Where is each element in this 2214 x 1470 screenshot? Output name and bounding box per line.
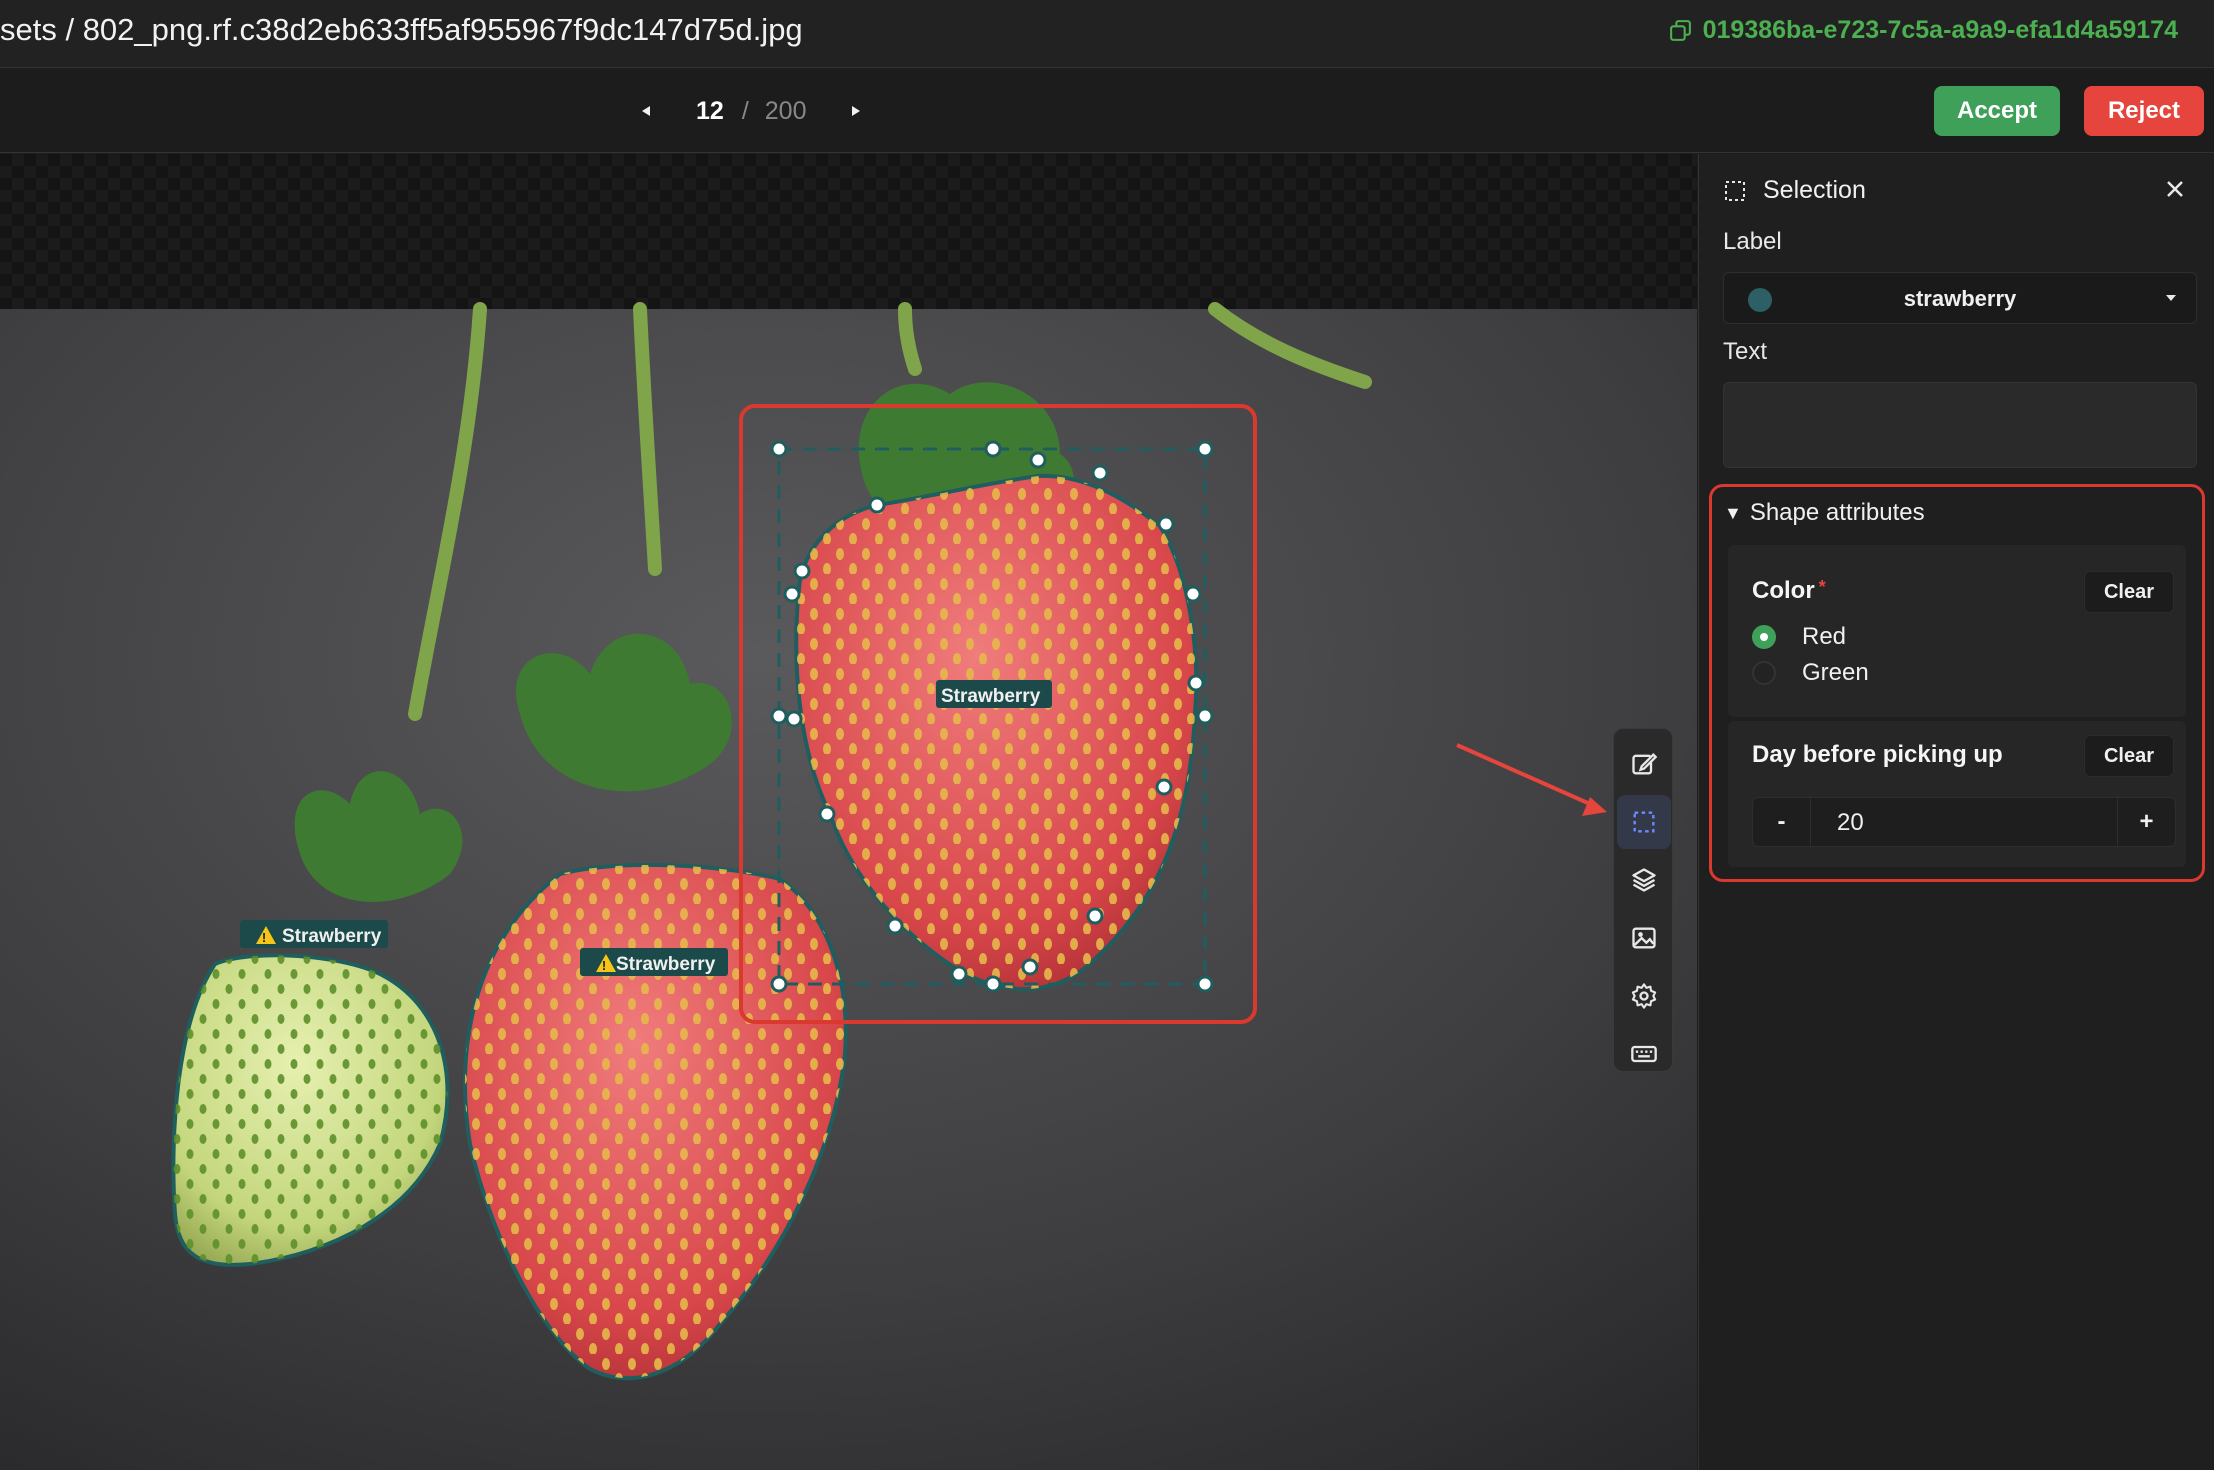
task-id: 019386ba-e723-7c5a-a9a9-efa1d4a59174: [1702, 16, 2178, 44]
navigation-bar: 12 / 200 Accept Reject: [0, 69, 2214, 153]
shape-attributes-section: ▼ Shape attributes Color * Clear Red Gree…: [1709, 484, 2205, 882]
caret-right-icon: [852, 106, 861, 116]
color-option-red[interactable]: Red: [1752, 623, 1846, 651]
close-panel-button[interactable]: [2160, 174, 2190, 204]
edit-tool[interactable]: [1617, 737, 1671, 791]
current-page[interactable]: 12: [696, 97, 724, 126]
edit-icon: [1632, 753, 1658, 775]
close-icon: [2167, 181, 2183, 197]
color-clear-button[interactable]: Clear: [2084, 571, 2174, 613]
keyboard-icon: [1631, 1045, 1657, 1063]
page-separator: /: [741, 96, 749, 125]
copy-icon[interactable]: [1668, 18, 1693, 43]
total-pages: 200: [764, 96, 807, 125]
selection-icon: [1633, 811, 1655, 833]
top-header: sets / 802_png.rf.c38d2eb633ff5af955967f…: [0, 0, 2214, 68]
label-select[interactable]: strawberry: [1723, 272, 2197, 324]
image-tool[interactable]: [1617, 911, 1671, 965]
color-option-label: Red: [1802, 623, 1847, 650]
warning-icon: !: [262, 930, 266, 945]
panel-title: Selection: [1763, 176, 1866, 204]
annotation-label-middle[interactable]: ! Strawberry: [580, 948, 728, 976]
warning-icon: !: [602, 958, 606, 973]
color-option-label: Green: [1802, 659, 1869, 686]
text-heading: Text: [1723, 338, 1768, 365]
pager: 12 / 200: [636, 93, 866, 129]
radio-unselected[interactable]: [1752, 661, 1776, 685]
label-select-value: strawberry: [1903, 286, 2017, 311]
settings-tool[interactable]: [1617, 969, 1671, 1023]
triangle-down-icon: ▼: [1724, 502, 1742, 523]
color-option-green[interactable]: Green: [1752, 659, 1869, 687]
day-clear-button[interactable]: Clear: [2084, 735, 2174, 777]
color-attribute-card: Color * Clear Red Green: [1728, 545, 2186, 717]
canvas-toolbar: [1613, 728, 1673, 1072]
annotation-label-green[interactable]: ! Strawberry: [240, 920, 388, 948]
increment-button[interactable]: +: [2117, 798, 2175, 846]
layers-tool[interactable]: [1617, 853, 1671, 907]
decrement-button[interactable]: -: [1753, 798, 1811, 846]
next-page-button[interactable]: [846, 93, 866, 129]
shape-attributes-toggle[interactable]: ▼ Shape attributes: [1724, 499, 1925, 527]
task-id-copy[interactable]: 019386ba-e723-7c5a-a9a9-efa1d4a59174: [1668, 16, 2178, 45]
caret-left-icon: [642, 106, 650, 116]
label-heading: Label: [1723, 228, 1782, 255]
selection-icon: [1725, 180, 1745, 201]
panel-header: Selection: [1723, 176, 1866, 205]
radio-selected[interactable]: [1752, 625, 1776, 649]
day-attribute-title: Day before picking up: [1752, 741, 2003, 768]
annotation-label-text: Strawberry: [941, 686, 1041, 707]
photo-background: [0, 309, 1697, 1470]
day-stepper: - 20 +: [1752, 797, 2176, 847]
chevron-down-icon: [2166, 295, 2176, 301]
text-input[interactable]: [1723, 382, 2197, 468]
annotation-label-selected[interactable]: Strawberry: [936, 680, 1052, 708]
selection-panel: Selection Label strawberry Text ▼ Shape …: [1698, 154, 2214, 1470]
selection-tool[interactable]: [1617, 795, 1671, 849]
gear-icon: [1631, 983, 1657, 1009]
keyboard-tool[interactable]: [1617, 1027, 1671, 1081]
shape-attributes-heading: Shape attributes: [1749, 499, 1925, 526]
strawberry-image[interactable]: ! Strawberry ! Strawberry Strawberry: [0, 154, 1697, 1470]
layers-icon: [1632, 868, 1656, 892]
breadcrumb[interactable]: sets / 802_png.rf.c38d2eb633ff5af955967f…: [0, 12, 803, 48]
annotation-label-text: Strawberry: [616, 954, 716, 975]
day-attribute-card: Day before picking up Clear - 20 +: [1728, 721, 2186, 867]
day-value-input[interactable]: 20: [1837, 809, 1864, 837]
required-marker: *: [1818, 577, 1826, 597]
image-icon: [1632, 927, 1656, 949]
annotation-label-text: Strawberry: [282, 926, 382, 947]
accept-button[interactable]: Accept: [1934, 86, 2060, 136]
color-attribute-title: Color *: [1752, 577, 1826, 604]
reject-button[interactable]: Reject: [2084, 86, 2204, 136]
prev-page-button[interactable]: [636, 93, 656, 129]
